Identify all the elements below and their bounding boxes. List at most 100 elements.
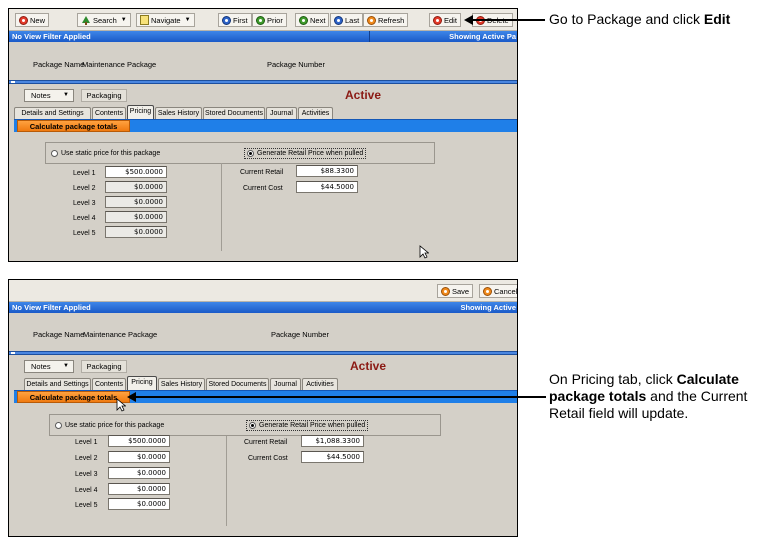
current-cost-label: Current Cost	[248, 455, 288, 462]
last-button[interactable]: Last	[330, 13, 364, 27]
static-price-label: Use static price for this package	[61, 150, 161, 157]
navigate-icon	[140, 15, 149, 25]
level-1-label: Level 1	[75, 439, 98, 446]
edit-button[interactable]: Edit	[429, 13, 461, 27]
level-5-field[interactable]: $0.0000	[105, 226, 167, 238]
filter-bar: No View Filter Applied Showing Active Pa	[9, 31, 517, 42]
level-1-field[interactable]: $500.0000	[105, 166, 167, 178]
current-cost-field[interactable]: $44.5000	[301, 451, 364, 463]
current-cost-label: Current Cost	[243, 185, 283, 192]
notes-dropdown[interactable]: Notes ▼	[24, 89, 74, 102]
level-2-field[interactable]: $0.0000	[105, 181, 167, 193]
tab-activities[interactable]: Activities	[298, 107, 333, 119]
prior-button[interactable]: Prior	[252, 13, 287, 27]
chevron-down-icon: ▼	[63, 92, 69, 98]
cancel-button[interactable]: Cancel	[479, 284, 517, 298]
calculate-package-totals-button[interactable]: Calculate package totals	[17, 120, 130, 132]
tab-pricing[interactable]: Pricing	[127, 376, 157, 390]
callout-edit: Go to Package and click Edit	[549, 11, 730, 28]
prior-label: Prior	[267, 15, 283, 25]
tab-label: Pricing	[129, 108, 152, 115]
refresh-button[interactable]: Refresh	[363, 13, 409, 27]
edit-label: Edit	[444, 15, 457, 25]
column-divider	[221, 163, 222, 251]
packaging-button[interactable]: Packaging	[81, 89, 127, 102]
tab-journal[interactable]: Journal	[270, 378, 301, 390]
showing-status: Showing Active	[460, 303, 516, 312]
current-retail-field[interactable]: $1,088.3300	[301, 435, 364, 447]
tab-details-and-settings[interactable]: Details and Settings	[14, 107, 91, 119]
next-button[interactable]: Next	[295, 13, 330, 27]
search-icon	[81, 15, 91, 25]
package-name-value: Maintenance Package	[83, 330, 158, 339]
generate-retail-radio[interactable]: Generate Retail Price when pulled	[244, 148, 367, 159]
level-4-field[interactable]: $0.0000	[105, 211, 167, 223]
callout-text: On Pricing tab, click	[549, 371, 677, 387]
next-icon	[299, 15, 308, 25]
tab-contents[interactable]: Contents	[92, 107, 126, 119]
first-label: First	[233, 15, 248, 25]
level-5-label: Level 5	[75, 502, 98, 509]
tab-stored-documents[interactable]: Stored Documents	[206, 378, 269, 390]
calculate-label: Calculate package totals	[29, 393, 118, 402]
search-button[interactable]: Search ▼	[77, 13, 131, 27]
level-2-field[interactable]: $0.0000	[108, 451, 170, 463]
first-icon	[222, 15, 231, 25]
tab-pricing[interactable]: Pricing	[127, 105, 154, 119]
status-label: Active	[350, 359, 387, 373]
level-4-label: Level 4	[75, 487, 98, 494]
tab-label: Sales History	[157, 110, 200, 117]
screenshot-before: New Search ▼ Navigate ▼ First Prior Next…	[8, 8, 518, 262]
level-2-label: Level 2	[73, 185, 96, 192]
radio-icon	[51, 150, 58, 157]
filter-separator	[369, 31, 370, 42]
tab-label: Contents	[94, 381, 124, 388]
callout-line	[134, 396, 546, 398]
current-cost-field[interactable]: $44.5000	[296, 181, 358, 193]
tab-sales-history[interactable]: Sales History	[155, 107, 202, 119]
level-4-field[interactable]: $0.0000	[108, 483, 170, 495]
level-3-field[interactable]: $0.0000	[108, 467, 170, 479]
save-button[interactable]: Save	[437, 284, 474, 298]
column-divider	[226, 436, 227, 526]
level-1-field[interactable]: $500.0000	[108, 435, 170, 447]
level-2-label: Level 2	[75, 455, 98, 462]
first-button[interactable]: First	[218, 13, 252, 27]
pricing-mode-group: Use static price for this package Genera…	[45, 142, 435, 164]
tab-sales-history[interactable]: Sales History	[158, 378, 205, 390]
navigate-button[interactable]: Navigate ▼	[136, 13, 195, 27]
tab-label: Journal	[270, 110, 293, 117]
tab-label: Activities	[306, 381, 334, 388]
packaging-button[interactable]: Packaging	[81, 360, 127, 373]
level-4-label: Level 4	[73, 215, 96, 222]
chevron-down-icon: ▼	[184, 17, 191, 23]
generate-retail-radio[interactable]: Generate Retail Price when pulled	[246, 420, 369, 431]
generate-retail-label: Generate Retail Price when pulled	[259, 422, 366, 429]
tab-stored-documents[interactable]: Stored Documents	[203, 107, 265, 119]
tab-label: Details and Settings	[21, 110, 84, 117]
level-3-field[interactable]: $0.0000	[105, 196, 167, 208]
search-label: Search	[93, 15, 117, 25]
package-name-label: Package Name	[33, 60, 85, 69]
notes-dropdown[interactable]: Notes ▼	[24, 360, 74, 373]
tab-activities[interactable]: Activities	[302, 378, 338, 390]
mouse-cursor-icon	[116, 398, 126, 412]
panel-splitter[interactable]	[9, 80, 517, 84]
tab-details-and-settings[interactable]: Details and Settings	[24, 378, 91, 390]
toolbar: New Search ▼ Navigate ▼ First Prior Next…	[9, 9, 517, 31]
package-number-label: Package Number	[271, 330, 329, 339]
refresh-icon	[367, 15, 376, 25]
radio-selected-icon	[247, 150, 254, 157]
callout-bold: package totals	[549, 388, 647, 404]
current-retail-field[interactable]: $88.3300	[296, 165, 358, 177]
generate-retail-label: Generate Retail Price when pulled	[257, 150, 364, 157]
packaging-label: Packaging	[86, 91, 122, 100]
tab-journal[interactable]: Journal	[266, 107, 297, 119]
tab-contents[interactable]: Contents	[92, 378, 126, 390]
new-button[interactable]: New	[15, 13, 50, 27]
panel-splitter[interactable]	[9, 351, 517, 355]
static-price-radio[interactable]: Use static price for this package	[51, 150, 160, 157]
calculate-package-totals-button[interactable]: Calculate package totals	[17, 391, 130, 403]
level-5-field[interactable]: $0.0000	[108, 498, 170, 510]
static-price-radio[interactable]: Use static price for this package	[55, 422, 164, 429]
